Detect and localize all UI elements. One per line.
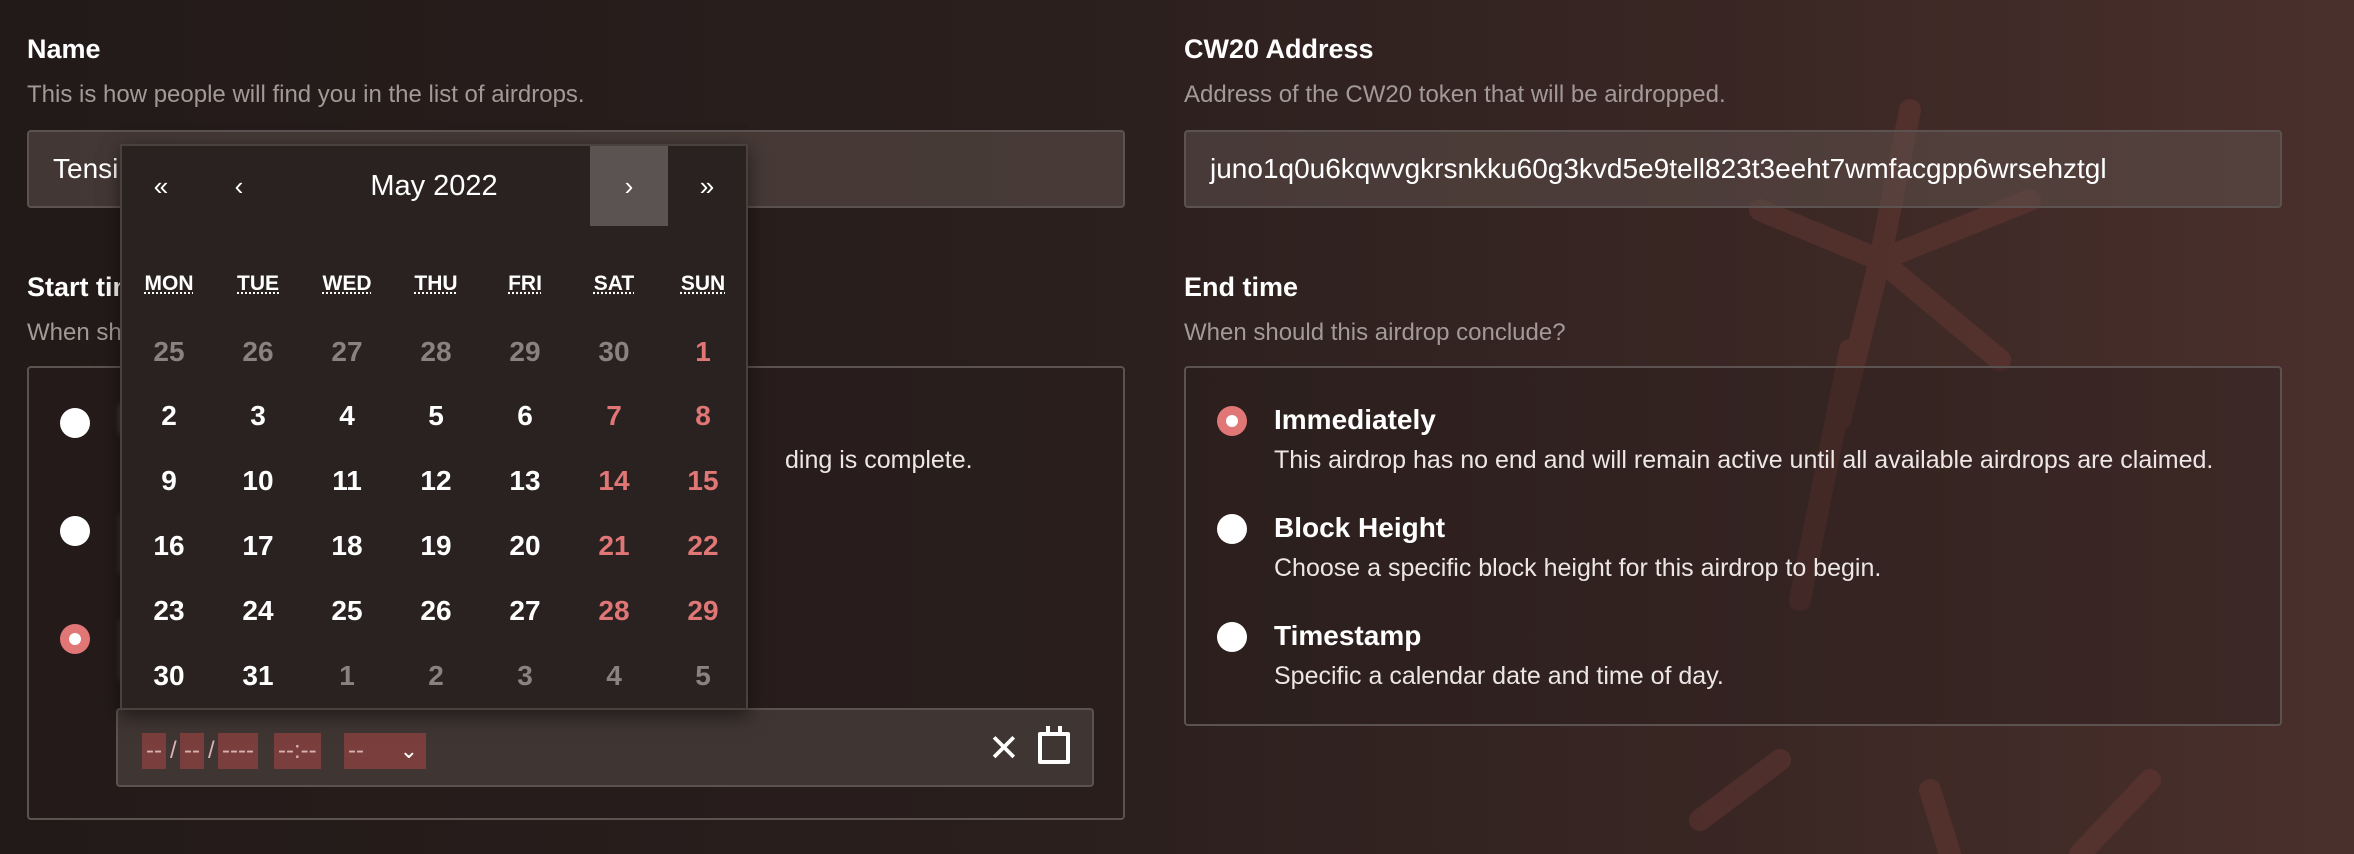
calendar-day[interactable]: 18: [307, 530, 387, 562]
next-year-button[interactable]: »: [668, 146, 746, 226]
weekday-tue: TUE: [237, 272, 279, 295]
end-option-timestamp-description: Specific a calendar date and time of day…: [1274, 662, 1724, 690]
calendar-day[interactable]: 4: [307, 400, 387, 432]
calendar-day[interactable]: 3: [218, 400, 298, 432]
calendar-day[interactable]: 25: [307, 595, 387, 627]
name-field-title: Name: [27, 34, 101, 64]
calendar-day[interactable]: 30: [129, 660, 209, 692]
prev-year-button[interactable]: «: [122, 146, 200, 226]
end-time-title: End time: [1184, 272, 1299, 302]
calendar-day[interactable]: 8: [663, 400, 743, 432]
calendar-day[interactable]: 28: [574, 595, 654, 627]
start-time-description: When sh: [27, 319, 122, 346]
calendar-day[interactable]: 17: [218, 530, 298, 562]
calendar-day[interactable]: 1: [307, 660, 387, 692]
calendar-day[interactable]: 4: [574, 660, 654, 692]
calendar-month-label[interactable]: May 2022: [278, 146, 590, 226]
close-icon[interactable]: ✕: [988, 726, 1020, 771]
weekday-sun: SUN: [680, 272, 726, 295]
calendar-day[interactable]: 26: [218, 336, 298, 368]
calendar-day[interactable]: 29: [663, 595, 743, 627]
name-field-description: This is how people will find you in the …: [27, 81, 585, 108]
calendar-day[interactable]: 20: [485, 530, 565, 562]
ampm-segment[interactable]: -- ⌄: [344, 733, 426, 769]
month-segment[interactable]: --: [142, 733, 166, 769]
day-segment[interactable]: --: [180, 733, 204, 769]
calendar-day[interactable]: 25: [129, 336, 209, 368]
start-option-1-description: ding is complete.: [785, 446, 973, 474]
calendar-day[interactable]: 27: [307, 336, 387, 368]
end-option-block-height-description: Choose a specific block height for this …: [1274, 554, 1882, 582]
cw20-address-input[interactable]: juno1q0u6kqwvgkrsnkku60g3kvd5e9tell823t3…: [1184, 130, 2282, 208]
calendar-day[interactable]: 31: [218, 660, 298, 692]
calendar-day[interactable]: 13: [485, 465, 565, 497]
calendar-day[interactable]: 24: [218, 595, 298, 627]
calendar-day[interactable]: 6: [485, 400, 565, 432]
weekday-mon: MON: [144, 272, 194, 295]
date-separator: /: [170, 737, 177, 764]
time-segment[interactable]: --:--: [274, 733, 321, 769]
calendar-day[interactable]: 27: [485, 595, 565, 627]
calendar-day[interactable]: 12: [396, 465, 476, 497]
calendar-day[interactable]: 5: [663, 660, 743, 692]
calendar-day[interactable]: 21: [574, 530, 654, 562]
chevron-down-icon: ⌄: [399, 738, 418, 763]
calendar-day[interactable]: 3: [485, 660, 565, 692]
end-option-immediately-radio[interactable]: [1217, 406, 1247, 436]
calendar-day[interactable]: 14: [574, 465, 654, 497]
datetime-input[interactable]: -- / -- / ---- --:-- -- ⌄ ✕: [116, 708, 1094, 787]
prev-month-button[interactable]: ‹: [200, 146, 278, 226]
calendar-day[interactable]: 23: [129, 595, 209, 627]
name-input-value: Tensi: [53, 153, 119, 184]
calendar-day[interactable]: 11: [307, 465, 387, 497]
calendar-icon[interactable]: [1038, 726, 1070, 764]
end-option-immediately-description: This airdrop has no end and will remain …: [1274, 446, 2214, 474]
calendar-day[interactable]: 5: [396, 400, 476, 432]
calendar-day[interactable]: 7: [574, 400, 654, 432]
cw20-field-description: Address of the CW20 token that will be a…: [1184, 81, 1726, 108]
calendar-day[interactable]: 9: [129, 465, 209, 497]
cw20-field-title: CW20 Address: [1184, 34, 1374, 64]
date-separator: /: [208, 737, 215, 764]
end-option-block-height-label[interactable]: Block Height: [1274, 512, 1445, 544]
calendar-day[interactable]: 10: [218, 465, 298, 497]
calendar-day[interactable]: 28: [396, 336, 476, 368]
calendar-day[interactable]: 16: [129, 530, 209, 562]
weekday-sat: SAT: [593, 272, 635, 295]
calendar-day[interactable]: 26: [396, 595, 476, 627]
end-time-options: Immediately This airdrop has no end and …: [1184, 366, 2282, 726]
calendar-popup: « ‹ May 2022 › » MON TUE WED THU FRI SAT…: [120, 144, 748, 710]
end-option-block-height-radio[interactable]: [1217, 514, 1247, 544]
end-option-timestamp-radio[interactable]: [1217, 622, 1247, 652]
end-option-timestamp-label[interactable]: Timestamp: [1274, 620, 1421, 652]
calendar-day[interactable]: 2: [129, 400, 209, 432]
weekday-fri: FRI: [508, 272, 542, 295]
end-time-description: When should this airdrop conclude?: [1184, 319, 1566, 346]
start-option-2-radio[interactable]: [60, 516, 90, 546]
end-option-immediately-label[interactable]: Immediately: [1274, 404, 1436, 436]
start-option-3-radio[interactable]: [60, 624, 90, 654]
calendar-day[interactable]: 29: [485, 336, 565, 368]
calendar-day[interactable]: 15: [663, 465, 743, 497]
calendar-day[interactable]: 2: [396, 660, 476, 692]
calendar-day[interactable]: 19: [396, 530, 476, 562]
next-month-button[interactable]: ›: [590, 146, 668, 226]
weekday-thu: THU: [414, 272, 458, 295]
calendar-day[interactable]: 22: [663, 530, 743, 562]
year-segment[interactable]: ----: [218, 733, 258, 769]
start-option-1-radio[interactable]: [60, 408, 90, 438]
cw20-address-value: juno1q0u6kqwvgkrsnkku60g3kvd5e9tell823t3…: [1210, 153, 2107, 184]
weekday-wed: WED: [322, 272, 372, 295]
calendar-day[interactable]: 1: [663, 336, 743, 368]
calendar-day[interactable]: 30: [574, 336, 654, 368]
